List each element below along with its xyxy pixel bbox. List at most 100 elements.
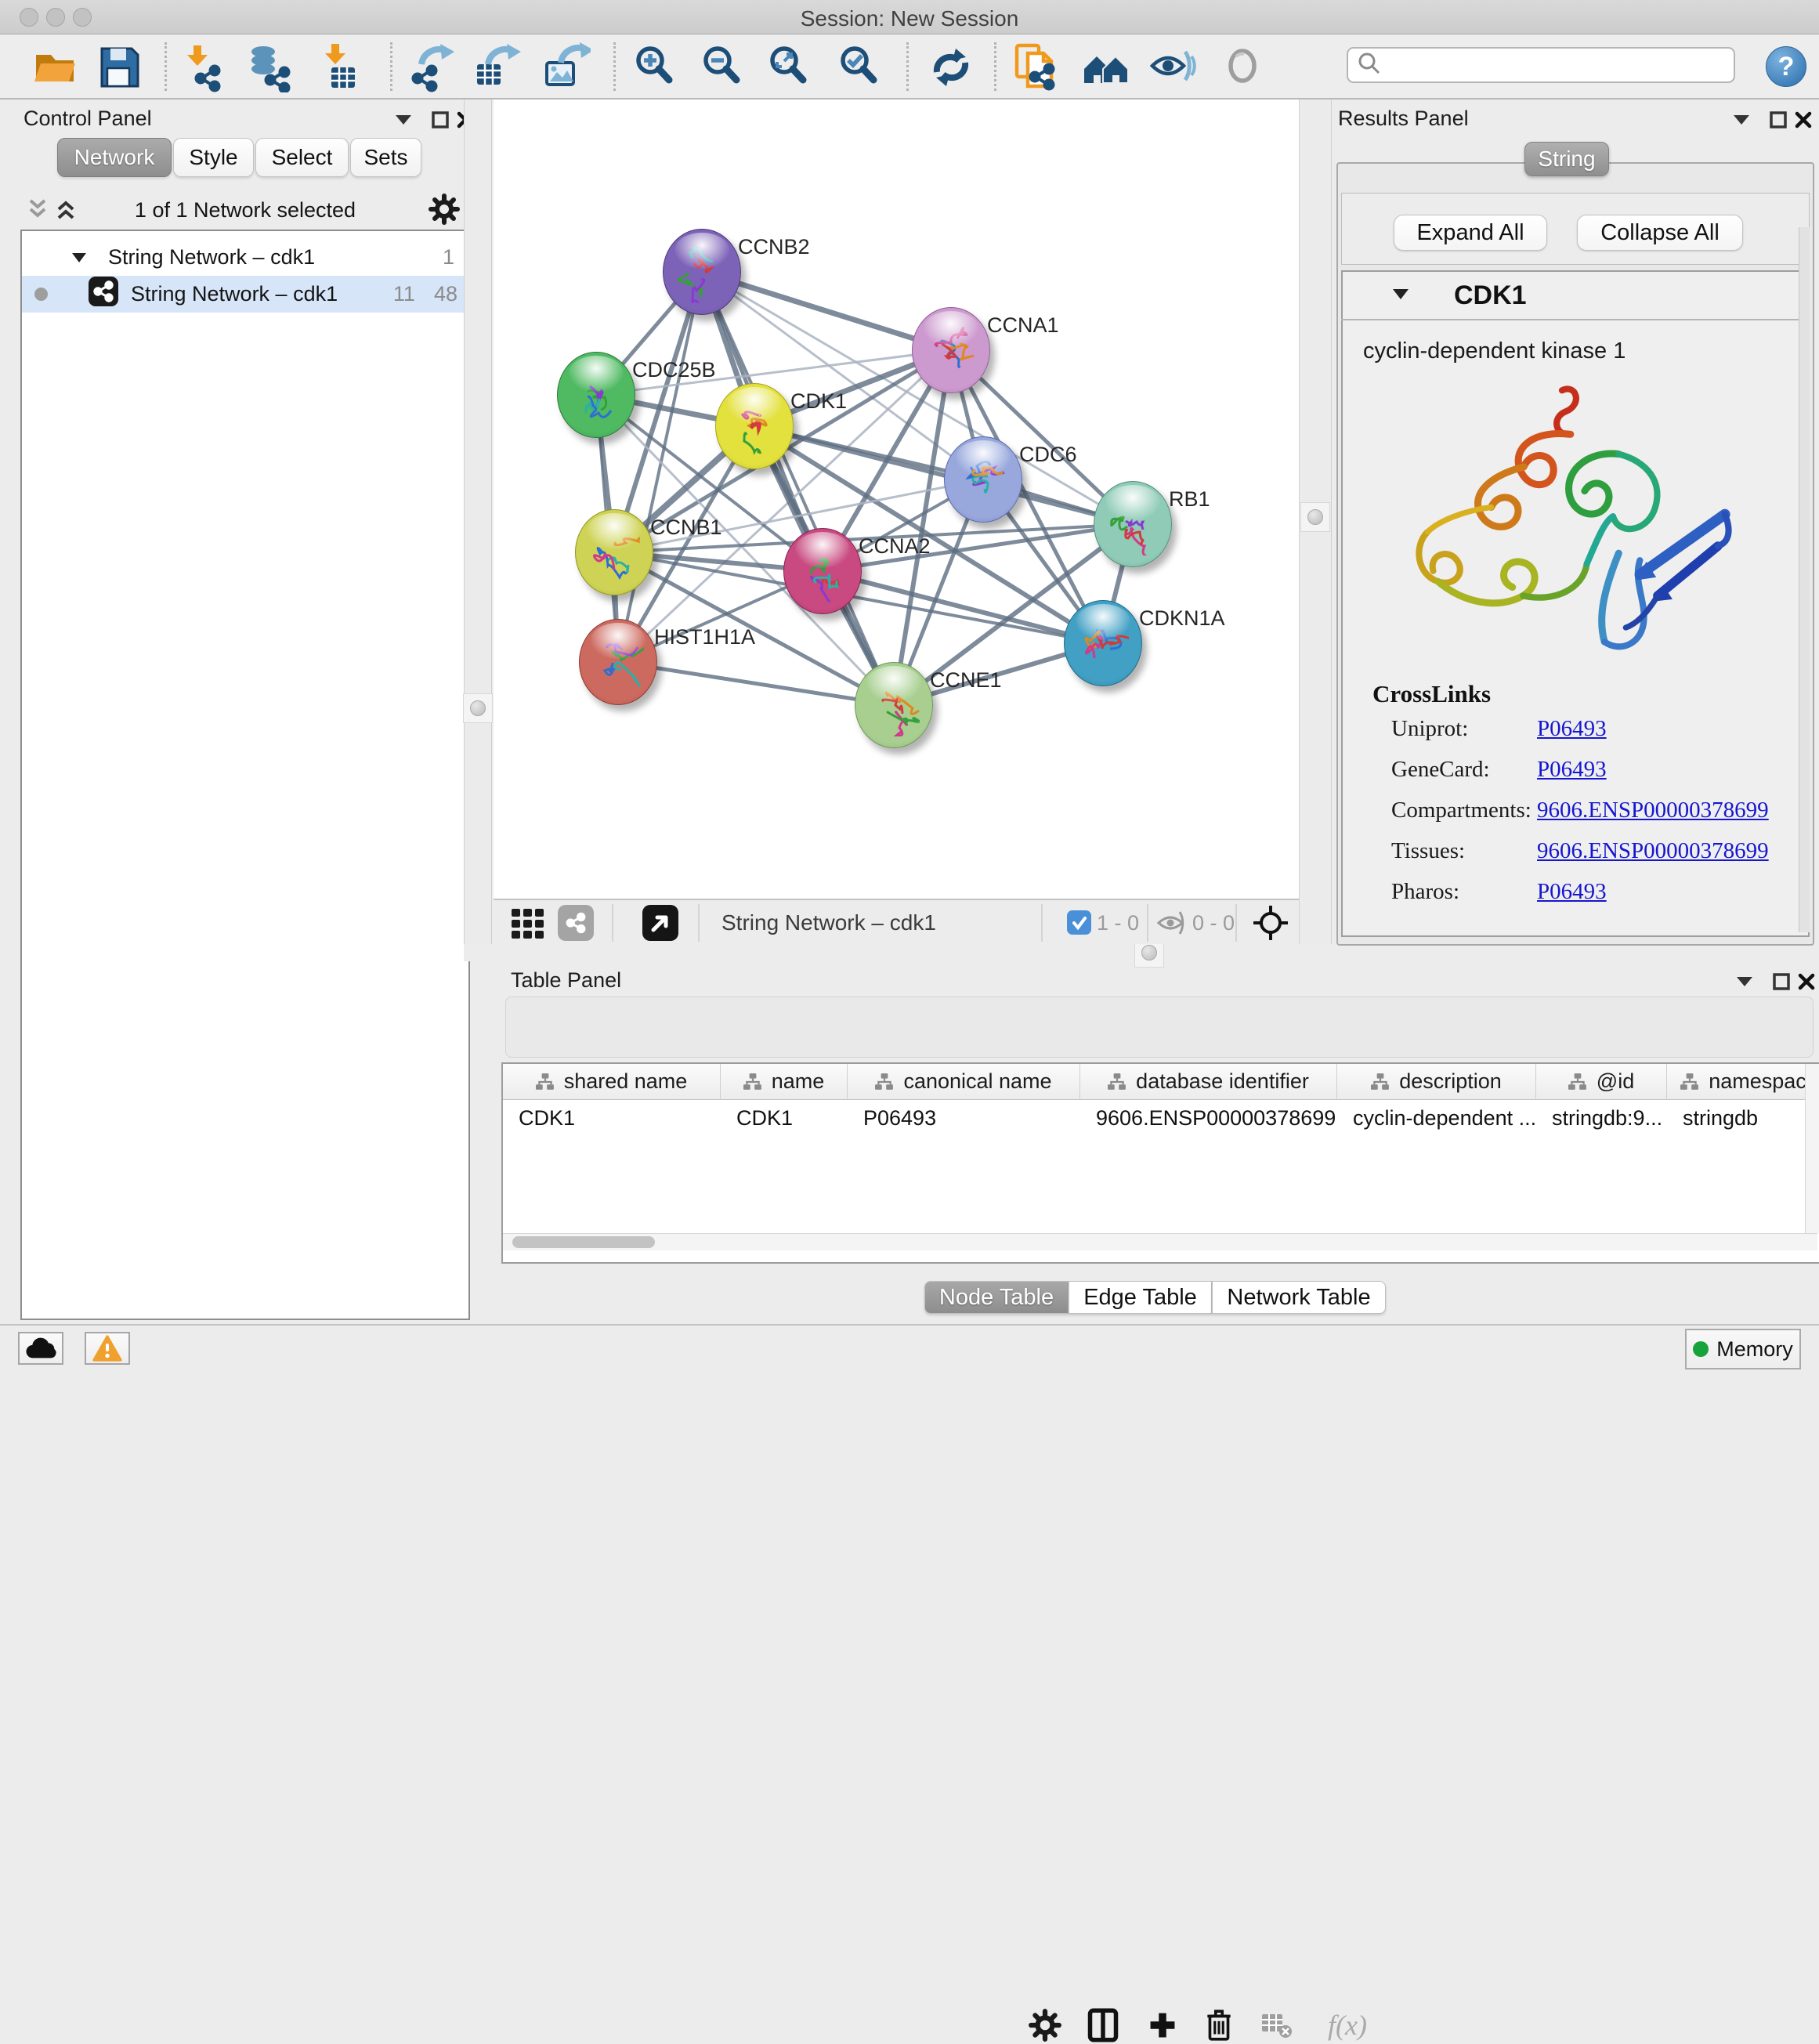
- tab-select[interactable]: Select: [255, 138, 349, 177]
- column-header-canonical-name[interactable]: canonical name: [848, 1064, 1080, 1100]
- crosslink-link[interactable]: 9606.ENSP00000378699: [1537, 798, 1769, 823]
- column-label: @id: [1597, 1069, 1634, 1094]
- selected-checkbox[interactable]: [1067, 910, 1091, 935]
- delete-column-trash-icon[interactable]: [1200, 2006, 1238, 2044]
- table-row[interactable]: CDK1CDK1P064939606.ENSP00000378699cyclin…: [503, 1100, 1819, 1136]
- panel-menu-caret-icon[interactable]: [392, 108, 415, 132]
- tab-string[interactable]: String: [1524, 142, 1609, 176]
- import-table-icon[interactable]: [313, 41, 366, 94]
- grid-view-icon[interactable]: [512, 909, 548, 942]
- panel-menu-caret-icon[interactable]: [1730, 108, 1753, 132]
- collection-label: String Network – cdk1: [108, 245, 315, 270]
- network-node-HIST1H1A[interactable]: [579, 619, 657, 705]
- birds-eye-view-button[interactable]: [642, 905, 678, 941]
- network-canvas[interactable]: CCNB2CCNA1CDC25BCDK1CDC6RB1CCNB1CCNA2CDK…: [494, 99, 1299, 899]
- export-table-icon[interactable]: [469, 41, 523, 94]
- tree-expander-icon[interactable]: [71, 245, 88, 270]
- network-node-CDC25B[interactable]: [557, 352, 635, 438]
- share-document-icon[interactable]: [1009, 41, 1062, 94]
- crosslink-link[interactable]: 9606.ENSP00000378699: [1537, 838, 1769, 863]
- column-header-description[interactable]: description: [1337, 1064, 1536, 1100]
- table-horizontal-scrollbar[interactable]: [503, 1233, 1817, 1250]
- zoom-in-icon[interactable]: [629, 41, 682, 94]
- panel-close-icon[interactable]: [1792, 108, 1815, 132]
- left-splitter[interactable]: [464, 99, 492, 944]
- network-node-CCNB2[interactable]: [663, 229, 741, 315]
- network-node-CCNB1[interactable]: [575, 509, 653, 595]
- export-network-icon[interactable]: [406, 41, 459, 94]
- column-header-shared-name[interactable]: shared name: [503, 1064, 721, 1100]
- tab-style[interactable]: Style: [173, 138, 254, 177]
- column-header--id[interactable]: @id: [1536, 1064, 1667, 1100]
- zoom-out-icon[interactable]: [696, 41, 750, 94]
- warning-status-button[interactable]: [85, 1332, 130, 1365]
- column-header-database-identifier[interactable]: database identifier: [1080, 1064, 1337, 1100]
- import-network-icon[interactable]: [176, 41, 230, 94]
- zoom-fit-icon[interactable]: [763, 41, 816, 94]
- panel-float-icon[interactable]: [1767, 108, 1790, 132]
- tab-sets[interactable]: Sets: [350, 138, 421, 177]
- results-scrollbar[interactable]: [1799, 227, 1810, 932]
- table-settings-gear-icon[interactable]: [1026, 2006, 1064, 2044]
- fit-selected-crosshair-icon[interactable]: [1253, 906, 1288, 944]
- crosslink-link[interactable]: P06493: [1537, 716, 1607, 741]
- tab-edge-table[interactable]: Edge Table: [1069, 1281, 1212, 1314]
- network-row-selected[interactable]: String Network – cdk1 11 48: [22, 276, 468, 313]
- bottom-splitter[interactable]: [464, 944, 1819, 961]
- tab-node-table[interactable]: Node Table: [924, 1281, 1069, 1314]
- zoom-selected-icon[interactable]: [834, 41, 887, 94]
- node-label-CCNB2: CCNB2: [738, 235, 810, 259]
- panel-float-icon[interactable]: [429, 108, 452, 132]
- panel-menu-caret-icon[interactable]: [1733, 970, 1756, 993]
- crosslink-link[interactable]: P06493: [1537, 757, 1607, 782]
- column-header-name[interactable]: name: [721, 1064, 848, 1100]
- node-gloss: [727, 387, 783, 422]
- network-share-view-icon[interactable]: [558, 905, 594, 941]
- network-node-CDKN1A[interactable]: [1064, 600, 1142, 686]
- node-label-RB1: RB1: [1169, 487, 1210, 512]
- crosslink-label: Pharos:: [1391, 879, 1537, 905]
- network-node-CDC6[interactable]: [944, 436, 1022, 523]
- node-count: 11: [393, 282, 415, 306]
- network-node-CCNE1[interactable]: [855, 662, 933, 748]
- column-label: shared name: [564, 1069, 688, 1094]
- tab-network[interactable]: Network: [57, 138, 172, 177]
- show-columns-icon[interactable]: [1084, 2006, 1122, 2044]
- network-node-CCNA2[interactable]: [783, 528, 862, 614]
- node-gloss: [924, 311, 979, 346]
- search-box: [1347, 47, 1735, 83]
- panel-close-icon[interactable]: [1795, 970, 1818, 993]
- network-options-gear-icon[interactable]: [428, 193, 461, 226]
- table-vertical-scrollbar[interactable]: [1805, 1064, 1819, 1233]
- collapse-all-button[interactable]: Collapse All: [1577, 215, 1743, 251]
- network-node-CCNA1[interactable]: [912, 307, 990, 393]
- network-node-CDK1[interactable]: [715, 383, 794, 469]
- network-node-RB1[interactable]: [1094, 481, 1172, 567]
- panel-float-icon[interactable]: [1770, 970, 1793, 993]
- column-header-namespac[interactable]: namespac: [1667, 1064, 1819, 1100]
- hide-unhide-icon[interactable]: [1148, 41, 1201, 94]
- gene-collapse-icon[interactable]: [1391, 288, 1410, 305]
- save-session-icon[interactable]: [92, 41, 146, 94]
- cloud-status-button[interactable]: [18, 1332, 63, 1365]
- network-collection-row[interactable]: String Network – cdk1 1: [22, 239, 468, 276]
- search-input[interactable]: [1383, 53, 1712, 78]
- right-splitter-grip[interactable]: [1300, 502, 1330, 532]
- right-splitter[interactable]: [1299, 99, 1332, 944]
- network-label: String Network – cdk1: [131, 282, 338, 306]
- expand-all-button[interactable]: Expand All: [1394, 215, 1547, 251]
- tab-network-table[interactable]: Network Table: [1212, 1281, 1386, 1314]
- crosslink-row: GeneCard:P06493: [1391, 757, 1607, 783]
- status-bar: Memory: [0, 1324, 1819, 1374]
- add-column-icon[interactable]: [1144, 2006, 1181, 2044]
- home-icon[interactable]: [1079, 41, 1133, 94]
- crosslink-link[interactable]: P06493: [1537, 879, 1607, 904]
- memory-button[interactable]: Memory: [1685, 1329, 1801, 1369]
- export-image-icon[interactable]: [539, 41, 592, 94]
- refresh-icon[interactable]: [924, 41, 978, 94]
- open-session-icon[interactable]: [28, 41, 81, 94]
- preview-eye-icon[interactable]: [1217, 41, 1271, 94]
- import-database-icon[interactable]: [243, 41, 296, 94]
- help-button[interactable]: ?: [1766, 46, 1806, 87]
- left-splitter-grip[interactable]: [463, 693, 493, 723]
